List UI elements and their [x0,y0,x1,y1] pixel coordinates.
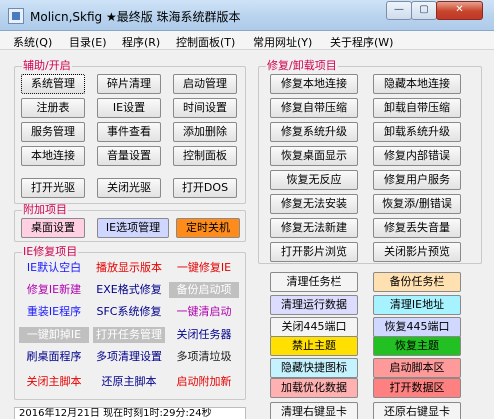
ie-default-blank-item[interactable]: IE默认空白 [19,260,89,276]
sfc-repair-item[interactable]: SFC系统修复 [93,304,165,320]
main-window: Molicn,Skfig ★最终版 珠海系统群版本 — ▢ ✕ 系统(Q) 目录… [0,0,494,419]
open-dos-button[interactable]: 打开DOS [173,178,237,198]
reinstall-ie-item[interactable]: 重装IE程序 [19,304,89,320]
clean-context-gpu-button[interactable]: 清理右键显卡 [270,402,358,419]
aux-group-title: 辅助/开启 [22,59,72,72]
one-click-repair-ie-item[interactable]: 一键修复IE [169,260,239,276]
extra-group-title: 附加项目 [22,203,68,216]
clean-ie-address-button[interactable]: 清理IE地址 [373,295,461,315]
cleanup-settings-item[interactable]: 多项清理设置 [93,349,165,365]
add-remove-button[interactable]: 添加删除 [173,122,237,142]
hide-local-connection-button[interactable]: 隐藏本地连接 [373,74,461,94]
repair-lost-volume-button[interactable]: 修复丢失音量 [373,218,461,238]
load-optimization-data-button[interactable]: 加载优化数据 [270,378,358,398]
restore-context-gpu-button[interactable]: 还原右键显卡 [373,402,461,419]
open-data-area-button[interactable]: 打开数据区 [373,378,461,398]
menu-bar: 系统(Q) 目录(E) 程序(R) 控制面板(T) 常用网址(Y) 关于程序(W… [0,31,494,50]
local-connection-button[interactable]: 本地连接 [21,146,85,166]
ie-repair-group-title: IE修复项目 [22,245,79,258]
minimize-button[interactable]: — [386,1,412,20]
close-port-445-button[interactable]: 关闭445端口 [270,317,358,337]
close-drive-button[interactable]: 关闭光驱 [97,178,161,198]
open-video-browse-button[interactable]: 打开影片浏览 [270,242,358,262]
system-manage-button[interactable]: 系统管理 [21,74,85,94]
show-version-item[interactable]: 播放显示版本 [93,260,165,276]
menu-about[interactable]: 关于程序(W) [330,34,393,50]
menu-common-sites[interactable]: 常用网址(Y) [253,34,312,50]
defrag-button[interactable]: 碎片清理 [97,74,161,94]
close-video-preview-button[interactable]: 关闭影片预览 [373,242,461,262]
start-script-area-button[interactable]: 启动脚本区 [373,358,461,378]
repair-cannot-create-button[interactable]: 修复无法新建 [270,218,358,238]
time-settings-button[interactable]: 时间设置 [173,98,237,118]
menu-directory[interactable]: 目录(E) [69,34,107,50]
open-task-manager-item[interactable]: 打开任务管理 [93,327,165,343]
start-addon-item[interactable]: 启动附加新 [169,374,239,390]
scheduled-shutdown-button[interactable]: 定时关机 [176,218,240,238]
uninstall-system-update-button[interactable]: 卸载系统升级 [373,122,461,142]
backup-startup-item[interactable]: 备份启动项 [169,282,239,298]
restore-main-script-item[interactable]: 还原主脚本 [93,374,165,390]
datetime-status: 2016年12月21日 现在时刻1时:29分:24秒 [14,407,246,419]
menu-control-panel[interactable]: 控制面板(T) [176,34,235,50]
repair-ie-new-item[interactable]: 修复IE新建 [19,282,89,298]
clean-junk-item[interactable]: 多项清垃圾 [169,349,239,365]
app-icon [8,8,24,24]
menu-programs[interactable]: 程序(R) [122,34,160,50]
repair-internal-error-button[interactable]: 修复内部错误 [373,146,461,166]
menu-system[interactable]: 系统(Q) [13,34,52,50]
maximize-button[interactable]: ▢ [411,1,437,20]
repair-builtin-zip-button[interactable]: 修复自带压缩 [270,98,358,118]
desktop-settings-button[interactable]: 桌面设置 [21,218,85,238]
uninstall-builtin-zip-button[interactable]: 卸载自带压缩 [373,98,461,118]
disable-theme-button[interactable]: 禁止主题 [270,336,358,356]
restore-desktop-display-button[interactable]: 恢复桌面显示 [270,146,358,166]
hide-shortcut-icon-button[interactable]: 隐藏快捷图标 [270,358,358,378]
ie-options-button[interactable]: IE选项管理 [97,218,169,238]
registry-button[interactable]: 注册表 [21,98,85,118]
restore-add-remove-error-button[interactable]: 恢复添/删错误 [373,194,461,214]
title-bar[interactable]: Molicn,Skfig ★最终版 珠海系统群版本 — ▢ ✕ [0,0,494,31]
uninstall-ie-item[interactable]: 一键卸掉IE [19,327,89,343]
volume-settings-button[interactable]: 音量设置 [97,146,161,166]
repair-local-connection-button[interactable]: 修复本地连接 [270,74,358,94]
open-drive-button[interactable]: 打开光驱 [21,178,85,198]
clear-startup-item[interactable]: 一键清启动 [169,304,239,320]
repair-uninstall-group-title: 修复/卸载项目 [266,59,338,72]
repair-user-service-button[interactable]: 修复用户服务 [373,170,461,190]
repair-cannot-install-button[interactable]: 修复无法安装 [270,194,358,214]
window-title: Molicn,Skfig ★最终版 珠海系统群版本 [30,10,241,24]
clean-run-data-button[interactable]: 清理运行数据 [270,295,358,315]
event-viewer-button[interactable]: 事件查看 [97,122,161,142]
backup-taskbar-button[interactable]: 备份任务栏 [373,272,461,292]
repair-system-update-button[interactable]: 修复系统升级 [270,122,358,142]
close-main-script-item[interactable]: 关闭主脚本 [19,374,89,390]
exe-format-repair-item[interactable]: EXE格式修复 [93,282,165,298]
control-panel-button[interactable]: 控制面板 [173,146,237,166]
startup-manage-button[interactable]: 启动管理 [173,74,237,94]
services-button[interactable]: 服务管理 [21,122,85,142]
close-button[interactable]: ✕ [436,1,483,20]
restore-theme-button[interactable]: 恢复主题 [373,336,461,356]
restore-no-response-button[interactable]: 恢复无反应 [270,170,358,190]
restore-port-445-button[interactable]: 恢复445端口 [373,317,461,337]
ie-settings-button[interactable]: IE设置 [97,98,161,118]
clean-taskbar-button[interactable]: 清理任务栏 [270,272,358,292]
close-task-manager-item[interactable]: 关闭任务器 [169,327,239,343]
refresh-desktop-item[interactable]: 刷桌面程序 [19,349,89,365]
